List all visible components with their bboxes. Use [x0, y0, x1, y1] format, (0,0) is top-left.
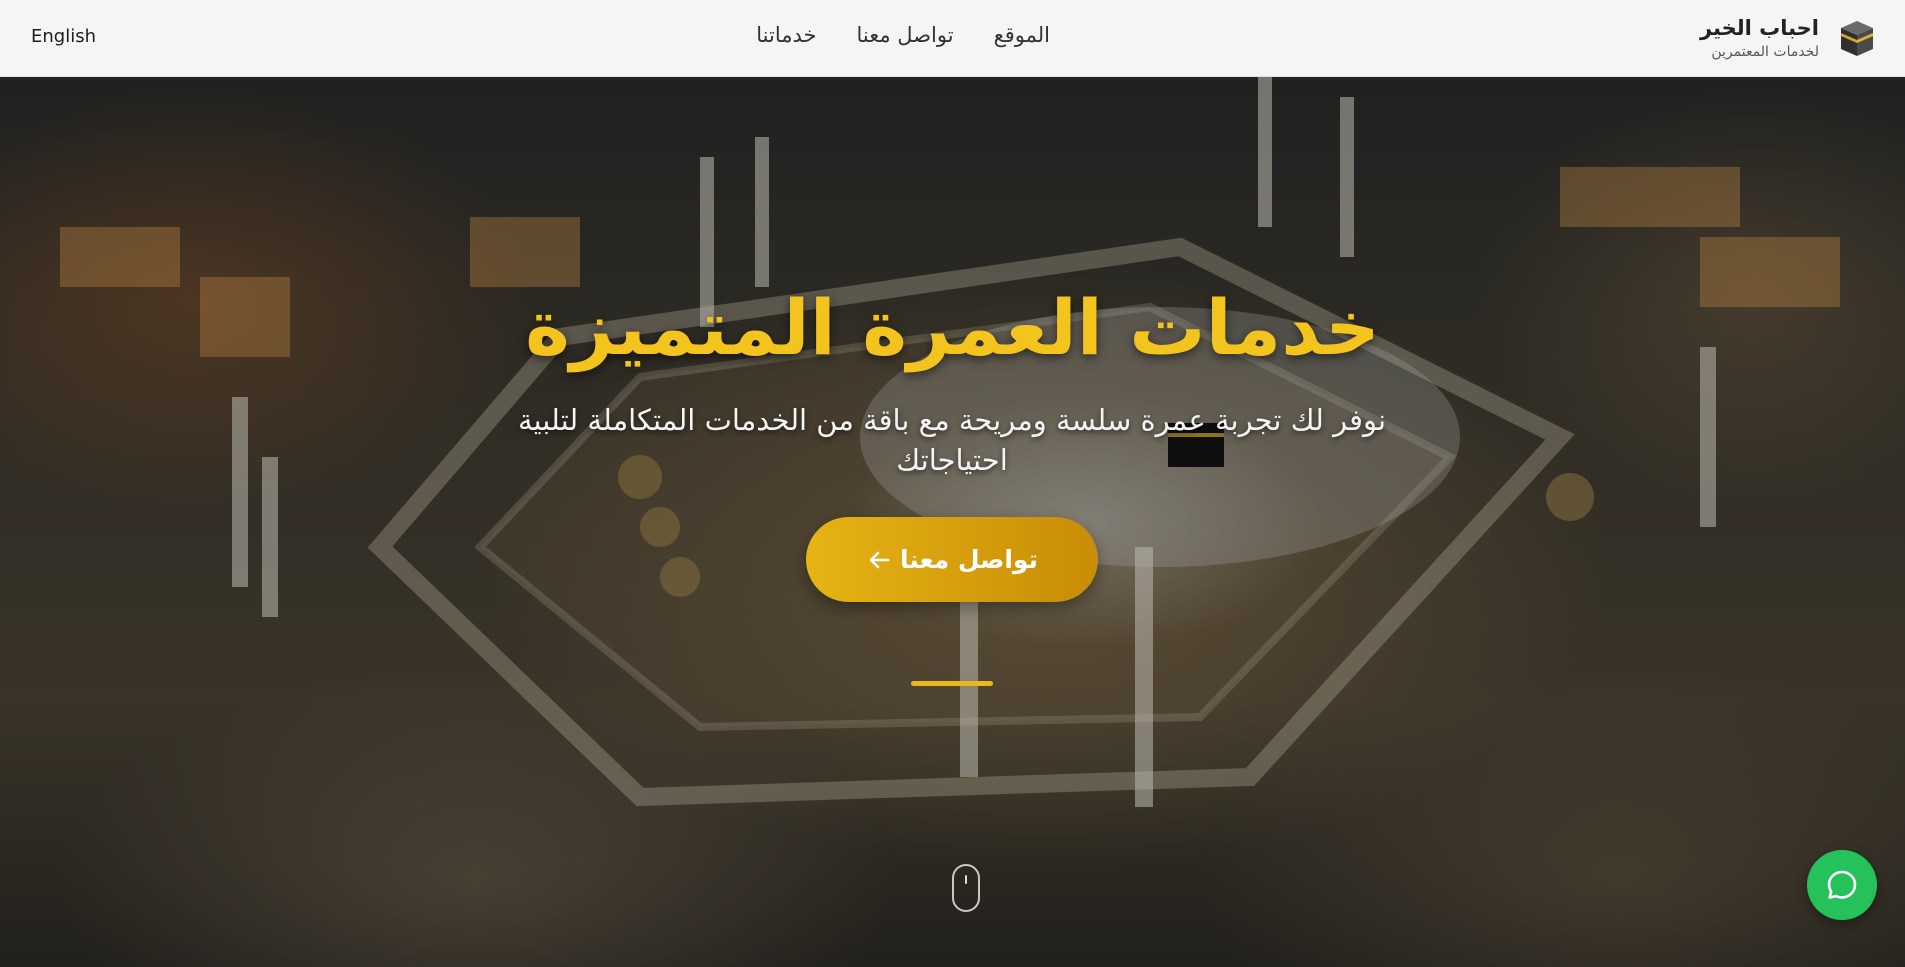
- whatsapp-icon: [1827, 870, 1857, 899]
- main-nav: الموقع تواصل معنا خدماتنا: [750, 23, 1050, 47]
- kaaba-icon: [1841, 21, 1873, 56]
- whatsapp-button[interactable]: [1807, 850, 1877, 920]
- language-toggle[interactable]: English: [31, 26, 96, 47]
- contact-cta-button[interactable]: تواصل معنا: [806, 517, 1098, 602]
- site-header: English الموقع تواصل معنا خدماتنا احباب …: [0, 0, 1905, 77]
- brand-subtitle: لخدمات المعتمرين: [1711, 44, 1819, 60]
- hero-title: خدمات العمرة المتميزة: [525, 283, 1380, 372]
- scroll-wheel-dot: [965, 875, 967, 884]
- hero-subtitle: نوفر لك تجربة عمرة سلسة ومريحة مع باقة م…: [517, 403, 1387, 477]
- slide-indicator[interactable]: [911, 681, 993, 686]
- nav-item-services[interactable]: خدماتنا: [756, 23, 816, 47]
- brand-text: احباب الخير لخدمات المعتمرين: [1700, 14, 1819, 62]
- brand-title: احباب الخير: [1699, 16, 1819, 40]
- mouse-scroll-icon[interactable]: [952, 864, 980, 912]
- hero-section: خدمات العمرة المتميزة نوفر لك تجربة عمرة…: [0, 77, 1905, 967]
- nav-item-contact[interactable]: تواصل معنا: [857, 23, 954, 47]
- cta-label: تواصل معنا: [900, 545, 1038, 574]
- nav-item-location[interactable]: الموقع: [994, 23, 1050, 47]
- brand-logo-link[interactable]: احباب الخير لخدمات المعتمرين: [1700, 14, 1877, 62]
- arrow-left-icon: [869, 551, 890, 568]
